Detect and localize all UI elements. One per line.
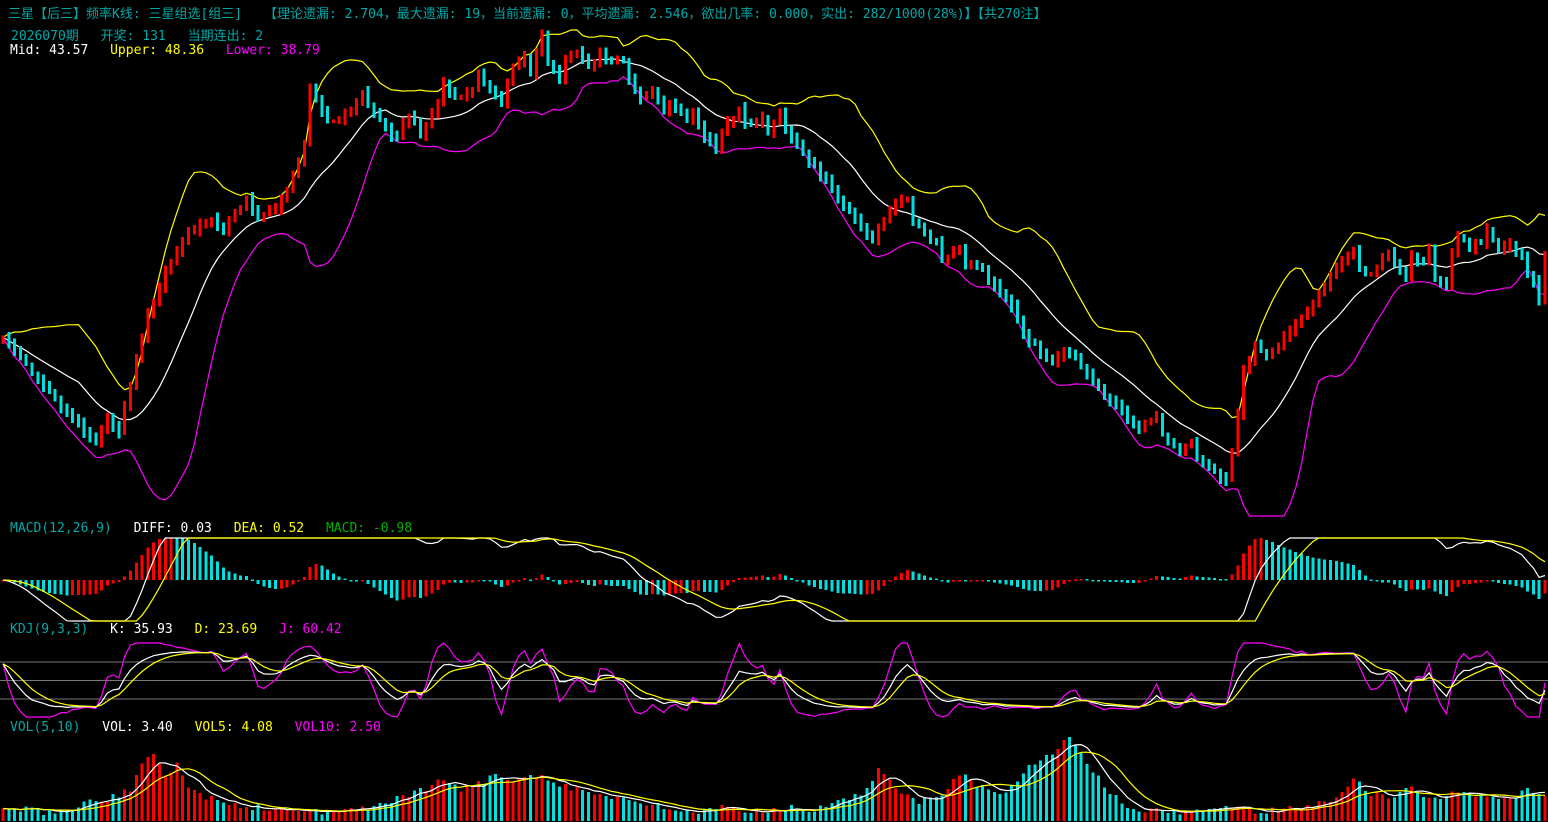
macd-panel (1, 537, 1547, 622)
kline-chart[interactable] (0, 0, 1548, 822)
main-chart-panel (1, 29, 1547, 517)
vol-panel (1, 737, 1547, 821)
kdj-panel (0, 642, 1548, 718)
